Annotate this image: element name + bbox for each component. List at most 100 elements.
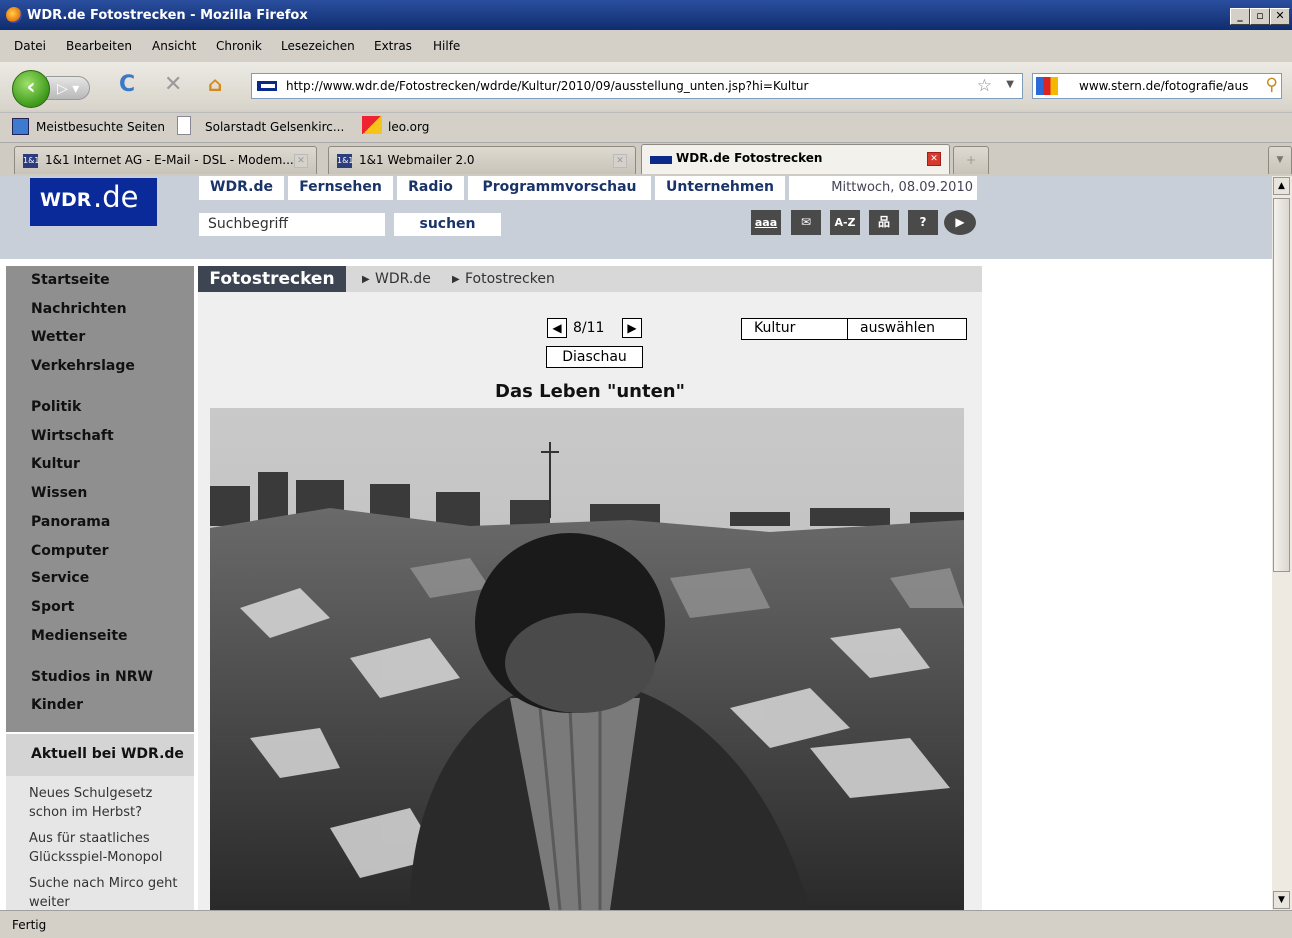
nav-startseite[interactable]: Startseite [31,272,110,288]
nav-kultur[interactable]: Kultur [31,456,80,472]
menu-bar: Datei Bearbeiten Ansicht Chronik Lesezei… [0,32,1292,60]
page-icon [177,116,191,135]
tab-1und1-internet[interactable]: 1&1 1&1 Internet AG - E-Mail - DSL - Mod… [14,146,317,174]
nav-medienseite[interactable]: Medienseite [31,628,128,644]
page-counter: 8/11 [573,320,605,336]
a-z-index-icon[interactable]: A-Z [830,210,860,235]
nav-computer[interactable]: Computer [31,543,109,559]
select-divider [847,319,848,339]
vertical-scrollbar[interactable]: ▲ ▼ [1272,176,1292,910]
font-size-icon[interactable]: aaa [751,210,781,235]
status-bar: Fertig [0,910,1292,938]
category-select[interactable]: Kultur auswählen [741,318,967,340]
tab-close-icon[interactable]: ✕ [294,154,308,168]
topnav-radio[interactable]: Radio [397,176,464,200]
new-tab-button[interactable]: + [953,146,989,174]
tab-favicon-icon: 1&1 [23,154,39,168]
play-icon[interactable]: ▶ [944,210,976,235]
search-engine-icon[interactable] [1036,77,1058,95]
topnav-unternehmen[interactable]: Unternehmen [655,176,785,200]
site-search-input[interactable]: Suchbegriff [199,213,385,236]
tab-close-icon[interactable]: ✕ [613,154,627,168]
scroll-down-icon[interactable]: ▼ [1273,891,1290,909]
nav-wissen[interactable]: Wissen [31,485,87,501]
firefox-icon [6,7,22,23]
menu-ansicht[interactable]: Ansicht [152,39,196,53]
nav-wetter[interactable]: Wetter [31,329,85,345]
menu-lesezeichen[interactable]: Lesezeichen [281,39,355,53]
nav-studios-in-nrw[interactable]: Studios in NRW [31,669,153,685]
menu-chronik[interactable]: Chronik [216,39,262,53]
search-text: www.stern.de/fotografie/aus [1079,79,1249,93]
select-button[interactable]: auswählen [860,320,935,336]
bookmarks-toolbar: Meistbesuchte Seiten Solarstadt Gelsenki… [0,112,1292,141]
tab-label: WDR.de Fotostrecken [676,151,823,165]
logo-text: WDR [40,189,92,211]
tab-favicon-icon: 1&1 [337,154,353,168]
current-date: Mittwoch, 08.09.2010 [789,176,977,200]
sitemap-icon[interactable]: 品 [869,210,899,235]
status-text: Fertig [12,918,47,932]
prev-photo-icon[interactable]: ◀ [547,318,567,338]
bookmark-solarstadt[interactable]: Solarstadt Gelsenkirc... [205,120,344,134]
nav-verkehrslage[interactable]: Verkehrslage [31,358,135,374]
bookmark-leo[interactable]: leo.org [388,120,429,134]
aktuell-title: Aktuell bei WDR.de [31,746,184,762]
home-icon[interactable]: ⌂ [208,72,222,96]
nav-panorama[interactable]: Panorama [31,514,110,530]
tab-webmailer[interactable]: 1&1 1&1 Webmailer 2.0 ✕ [328,146,636,174]
breadcrumb-arrow-icon: ▶ [362,274,370,285]
nav-politik[interactable]: Politik [31,399,81,415]
tab-favicon-icon [650,156,672,164]
scrollbar-thumb[interactable] [1273,198,1290,572]
aktuell-header: Aktuell bei WDR.de [6,734,194,776]
site-favicon-icon [257,81,277,91]
url-dropdown-icon[interactable]: ▼ [1006,79,1014,90]
nav-wirtschaft[interactable]: Wirtschaft [31,428,114,444]
logo-suffix: .de [93,180,139,214]
forward-button[interactable]: ▷ ▾ [46,76,90,100]
breadcrumb-fotostrecken[interactable]: Fotostrecken [465,271,555,287]
nav-kinder[interactable]: Kinder [31,697,83,713]
site-search-button[interactable]: suchen [394,213,501,236]
close-button[interactable]: ✕ [1270,8,1290,25]
nav-service[interactable]: Service [31,570,89,586]
reload-icon[interactable]: C [119,72,135,97]
window-title: WDR.de Fotostrecken - Mozilla Firefox [27,8,308,23]
tab-list-button[interactable]: ▼ [1268,146,1292,174]
next-photo-icon[interactable]: ▶ [622,318,642,338]
search-bar[interactable]: www.stern.de/fotografie/aus ⚲ [1032,73,1282,99]
minimize-button[interactable]: _ [1230,8,1250,25]
tab-close-icon[interactable]: ✕ [927,152,941,166]
nav-nachrichten[interactable]: Nachrichten [31,301,127,317]
gallery-photo[interactable] [210,408,964,910]
topnav-wdr[interactable]: WDR.de [199,176,284,200]
search-icon[interactable]: ⚲ [1266,75,1278,95]
topnav-programmvorschau[interactable]: Programmvorschau [468,176,651,200]
maximize-button[interactable]: ▫ [1250,8,1270,25]
breadcrumb-wdr[interactable]: WDR.de [375,271,431,287]
tab-label: 1&1 Internet AG - E-Mail - DSL - Modem..… [45,153,294,167]
scroll-up-icon[interactable]: ▲ [1273,177,1290,195]
nav-sport[interactable]: Sport [31,599,74,615]
menu-datei[interactable]: Datei [14,39,46,53]
aktuell-item-mirco[interactable]: Suche nach Mirco geht weiter [29,874,189,912]
back-button[interactable]: ‹ [12,70,50,108]
topnav-fernsehen[interactable]: Fernsehen [288,176,393,200]
tab-wdr-fotostrecken[interactable]: WDR.de Fotostrecken ✕ [641,144,950,174]
slideshow-button[interactable]: Diaschau [546,346,643,368]
menu-hilfe[interactable]: Hilfe [433,39,460,53]
mail-icon[interactable]: ✉ [791,210,821,235]
bookmark-star-icon[interactable]: ☆ [977,76,992,96]
stop-icon[interactable]: ✕ [164,72,182,97]
aktuell-item-gluecksspiel[interactable]: Aus für staatliches Glücksspiel-Monopol [29,829,189,867]
window-titlebar: WDR.de Fotostrecken - Mozilla Firefox _ … [0,0,1292,30]
leo-icon [362,116,382,134]
menu-extras[interactable]: Extras [374,39,412,53]
menu-bearbeiten[interactable]: Bearbeiten [66,39,132,53]
help-icon[interactable]: ? [908,210,938,235]
url-bar[interactable]: http://www.wdr.de/Fotostrecken/wdrde/Kul… [251,73,1023,99]
aktuell-item-schulgesetz[interactable]: Neues Schulgesetz schon im Herbst? [29,784,189,822]
wdr-logo[interactable]: WDR .de [30,178,157,226]
bookmark-most-visited[interactable]: Meistbesuchte Seiten [36,120,165,134]
